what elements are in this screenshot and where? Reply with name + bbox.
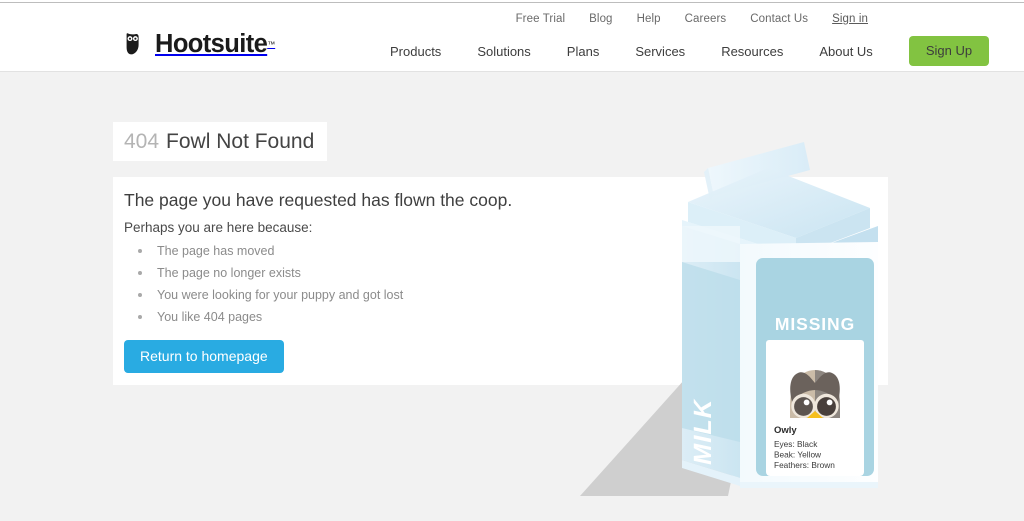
nav-item-about-us[interactable]: About Us (819, 44, 872, 59)
nav-item-services[interactable]: Services (635, 44, 685, 59)
utility-nav-item-help[interactable]: Help (637, 9, 661, 27)
utility-nav-item-free-trial[interactable]: Free Trial (516, 9, 566, 27)
link-contact-us[interactable]: Contact Us (750, 13, 808, 25)
carton-side-label: MILK (689, 396, 717, 468)
page-root: Free Trial Blog Help Careers Contact Us … (0, 0, 1024, 521)
nav-item-resources[interactable]: Resources (721, 44, 783, 59)
poster-heading: MISSING (775, 314, 855, 334)
sign-up-button[interactable]: Sign Up (908, 36, 990, 66)
nav-item-plans[interactable]: Plans (567, 44, 600, 59)
main-nav: Products Solutions Plans Services Resour… (390, 36, 1024, 66)
link-help[interactable]: Help (637, 13, 661, 25)
link-free-trial[interactable]: Free Trial (516, 13, 566, 25)
reasons-list: The page has moved The page no longer ex… (124, 240, 403, 328)
site-logo[interactable]: Hootsuite ™ (124, 29, 275, 59)
list-item: The page has moved (124, 240, 403, 262)
missing-owl-milk-carton-illustration: MILK MISSING Owly Eyes: Black Beak: Yell… (560, 130, 920, 510)
utility-nav-item-blog[interactable]: Blog (589, 9, 612, 27)
nav-item-products[interactable]: Products (390, 44, 441, 59)
error-title: Fowl Not Found (166, 129, 315, 153)
link-blog[interactable]: Blog (589, 13, 612, 25)
list-item: You like 404 pages (124, 306, 403, 328)
utility-nav-item-sign-in[interactable]: Sign in (832, 9, 868, 27)
utility-nav-item-contact-us[interactable]: Contact Us (750, 9, 808, 27)
info-card-name: Owly (774, 425, 797, 436)
utility-nav: Free Trial Blog Help Careers Contact Us … (0, 6, 1024, 30)
error-lead-text: The page you have requested has flown th… (124, 190, 513, 210)
list-item: You were looking for your puppy and got … (124, 284, 403, 306)
page-title: 404 Fowl Not Found (113, 122, 327, 161)
owly-info-card: Owly Eyes: Black Beak: Yellow Feathers: … (766, 418, 864, 476)
list-item: The page no longer exists (124, 262, 403, 284)
logo-wordmark: Hootsuite (155, 30, 268, 59)
owl-icon (124, 32, 148, 56)
info-card-attr-eyes: Eyes: Black (774, 439, 818, 449)
link-sign-in[interactable]: Sign in (832, 13, 868, 25)
link-careers[interactable]: Careers (685, 13, 727, 25)
logo-trademark: ™ (267, 39, 276, 49)
error-subheading: Perhaps you are here because: (124, 220, 313, 235)
return-to-homepage-button[interactable]: Return to homepage (124, 340, 284, 373)
site-header: Free Trial Blog Help Careers Contact Us … (0, 3, 1024, 72)
utility-nav-item-careers[interactable]: Careers (685, 9, 727, 27)
error-code: 404 (124, 129, 160, 153)
info-card-attr-beak: Beak: Yellow (774, 450, 822, 460)
info-card-attr-feathers: Feathers: Brown (774, 460, 835, 470)
nav-item-solutions[interactable]: Solutions (477, 44, 530, 59)
